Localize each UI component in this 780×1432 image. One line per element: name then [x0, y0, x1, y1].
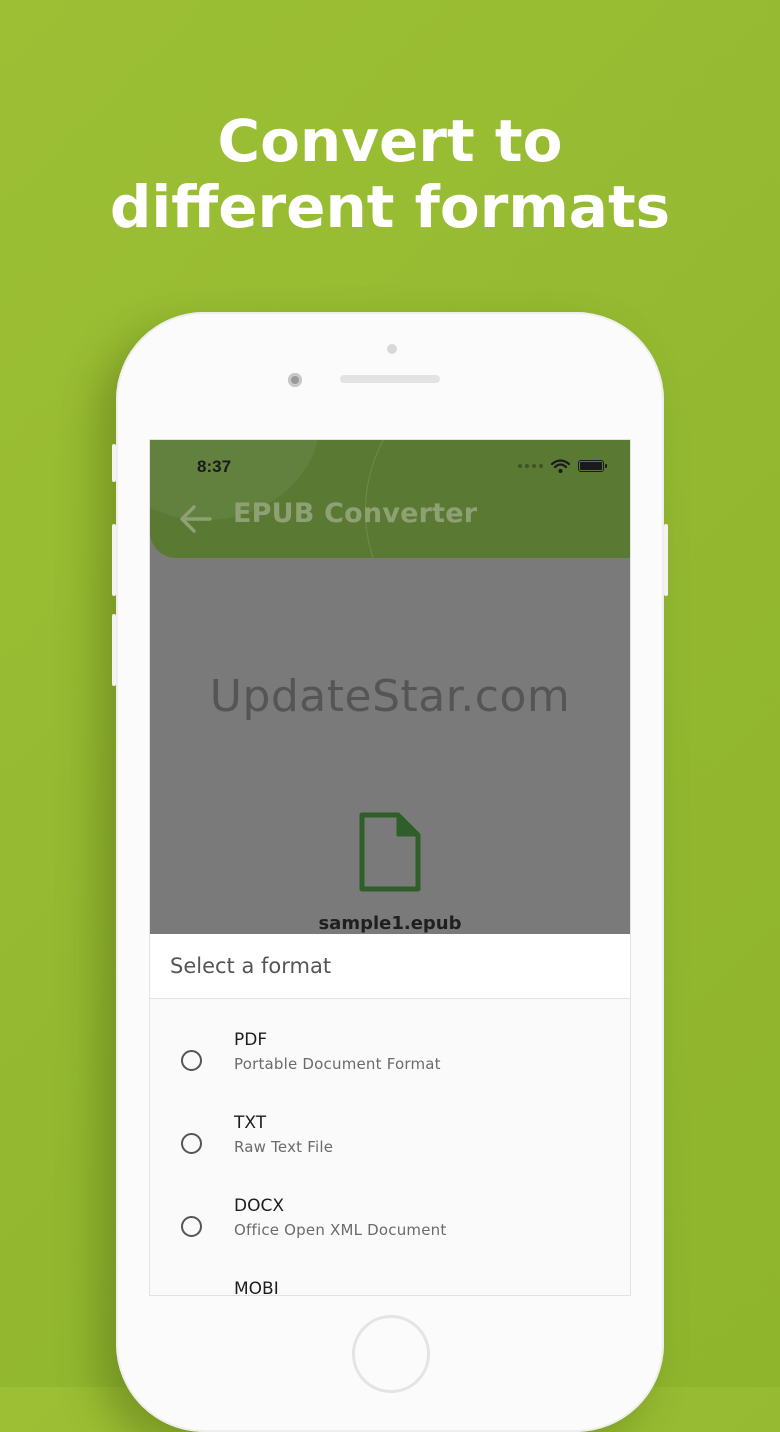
radio-button[interactable] [181, 1216, 202, 1237]
format-option-docx[interactable]: DOCX Office Open XML Document [150, 1196, 630, 1266]
file-name: sample1.epub [318, 913, 462, 934]
status-time: 8:37 [197, 457, 232, 476]
sheet-title: Select a format [170, 954, 332, 978]
headline-line-1: Convert to [217, 107, 563, 175]
phone-volume-up [112, 524, 116, 596]
arrow-left-icon[interactable] [178, 504, 212, 539]
phone-home-button[interactable] [352, 1315, 430, 1393]
phone-power-button [664, 524, 668, 596]
wifi-icon [551, 459, 570, 473]
format-description: Office Open XML Document [234, 1221, 447, 1239]
watermark-text: UpdateStar.com [209, 671, 571, 722]
document-icon [358, 811, 422, 898]
radio-button[interactable] [181, 1050, 202, 1071]
format-option-txt[interactable]: TXT Raw Text File [150, 1113, 630, 1183]
format-label: PDF [234, 1030, 268, 1050]
phone-earpiece [340, 375, 440, 383]
battery-icon [578, 460, 607, 472]
sheet-header: Select a format [150, 934, 630, 999]
phone-screen: UpdateStar.com sample1.epub 8:37 EPUB Co… [150, 440, 630, 1295]
format-option-pdf[interactable]: PDF Portable Document Format [150, 1030, 630, 1100]
format-option-mobi[interactable]: MOBI [150, 1279, 630, 1295]
format-bottom-sheet: Select a format PDF Portable Document Fo… [150, 934, 630, 1295]
app-bar: 8:37 EPUB Converter [150, 440, 630, 558]
format-label: DOCX [234, 1196, 284, 1216]
status-icons [518, 459, 607, 473]
phone-volume-down [112, 614, 116, 686]
app-title: EPUB Converter [233, 498, 478, 529]
promo-headline: Convert to different formats [0, 108, 780, 240]
format-description: Portable Document Format [234, 1055, 441, 1073]
phone-front-camera [288, 373, 302, 387]
format-label: TXT [234, 1113, 267, 1133]
phone-silent-switch [112, 444, 116, 482]
radio-button[interactable] [181, 1133, 202, 1154]
signal-icon [518, 464, 543, 468]
format-label: MOBI [234, 1279, 279, 1295]
headline-line-2: different formats [109, 173, 671, 241]
phone-sensor [387, 344, 397, 354]
format-description: Raw Text File [234, 1138, 334, 1156]
